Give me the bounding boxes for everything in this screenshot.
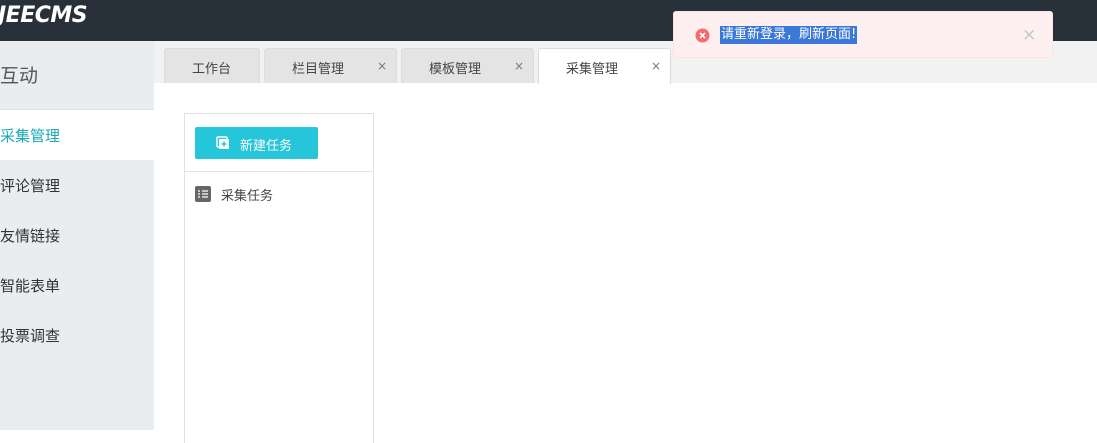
close-icon[interactable]: × [1022, 25, 1036, 45]
tab-close-icon[interactable]: × [651, 59, 661, 73]
tab-dashboard[interactable]: 工作台 [164, 48, 260, 83]
task-panel: 新建任务 采集任务 [184, 113, 374, 443]
sidebar-section-label: 互动 [0, 64, 39, 87]
add-square-icon [216, 136, 229, 149]
sidebar-item-collect[interactable]: 采集管理 [0, 110, 154, 160]
tab-label: 模板管理 [429, 62, 482, 77]
tab-close-icon[interactable]: × [377, 59, 387, 73]
tab-collect[interactable]: 采集管理 × [538, 48, 671, 84]
tab-close-icon[interactable]: × [514, 59, 524, 73]
sidebar-item-label: 评论管理 [0, 176, 61, 195]
new-task-button[interactable]: 新建任务 [195, 127, 318, 159]
sidebar-item-label: 采集管理 [0, 126, 61, 145]
sidebar-item-label: 智能表单 [0, 276, 61, 295]
sidebar-item-forms[interactable]: 智能表单 [0, 260, 154, 310]
tree-item-collect-task[interactable]: 采集任务 [195, 184, 273, 204]
sidebar: 互动 采集管理 评论管理 友情链接 智能表单 投票调查 [0, 41, 154, 430]
error-circle-icon [695, 28, 710, 43]
sidebar-item-votes[interactable]: 投票调查 [0, 310, 154, 360]
sidebar-item-links[interactable]: 友情链接 [0, 210, 154, 260]
error-toast: 请重新登录，刷新页面! × [673, 11, 1053, 58]
tab-label: 工作台 [192, 62, 232, 77]
list-icon [195, 186, 211, 202]
tree-item-label: 采集任务 [221, 188, 274, 204]
new-task-label: 新建任务 [240, 139, 293, 154]
sidebar-section-title: 互动 [0, 41, 154, 110]
app-logo[interactable]: JEECMS [0, 3, 88, 28]
sidebar-item-comments[interactable]: 评论管理 [0, 160, 154, 210]
tab-templates[interactable]: 模板管理 × [401, 48, 534, 83]
tab-label: 栏目管理 [292, 62, 345, 77]
sidebar-item-label: 友情链接 [0, 226, 61, 245]
toast-message: 请重新登录，刷新页面! [720, 26, 858, 44]
sidebar-item-label: 投票调查 [0, 326, 61, 345]
divider [185, 171, 373, 172]
tab-columns[interactable]: 栏目管理 × [264, 48, 397, 83]
tab-label: 采集管理 [566, 62, 619, 77]
